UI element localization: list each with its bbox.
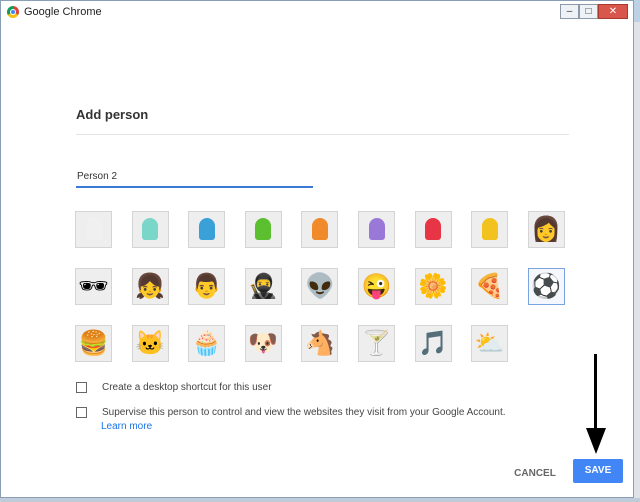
cocktail-avatar-icon[interactable]: 🍸	[358, 325, 395, 362]
chrome-window: Google Chrome – □ ✕ Add person 👩 🕶 👧 👨 🥷 👽 😜 🌼 🍕…	[0, 0, 634, 498]
pizza-avatar-icon[interactable]: 🍕	[471, 268, 509, 305]
purple-head-avatar-icon[interactable]	[358, 211, 395, 248]
head-silhouette	[142, 218, 159, 240]
blonde-woman-avatar-icon[interactable]: 👩	[527, 211, 565, 248]
blue-head-avatar-icon[interactable]	[188, 211, 226, 248]
gray-head-avatar-icon[interactable]	[75, 211, 112, 248]
head-silhouette	[198, 218, 215, 240]
soccer-ball-avatar-icon[interactable]: ⚽	[527, 268, 565, 305]
woman-sunglasses-avatar-icon[interactable]: 👧	[131, 268, 169, 305]
minimize-button[interactable]: –	[560, 4, 579, 19]
sunglasses-man-avatar-icon[interactable]: 🕶	[75, 268, 112, 305]
cat-avatar-icon[interactable]: 🐱	[131, 325, 169, 362]
person-name-input[interactable]	[76, 167, 313, 188]
horse-avatar-icon[interactable]: 🐴	[301, 325, 339, 362]
learn-more-link[interactable]: Learn more	[101, 421, 152, 432]
cancel-button[interactable]: CANCEL	[509, 463, 561, 485]
head-silhouette	[368, 218, 385, 240]
businessman-avatar-icon[interactable]: 👨	[188, 268, 226, 305]
desktop-shortcut-checkbox[interactable]	[76, 382, 87, 393]
heading-divider	[76, 134, 569, 135]
annotation-arrow-head	[586, 428, 606, 454]
green-head-avatar-icon[interactable]	[244, 211, 282, 248]
supervise-checkbox[interactable]	[76, 407, 87, 418]
teal-head-avatar-icon[interactable]	[131, 211, 169, 248]
head-silhouette	[481, 218, 498, 240]
chrome-logo-icon	[7, 6, 19, 18]
maximize-button[interactable]: □	[579, 4, 598, 19]
annotation-arrow-shaft	[594, 354, 597, 434]
desktop-edge	[0, 498, 640, 502]
head-silhouette	[311, 218, 328, 240]
yellow-head-avatar-icon[interactable]	[471, 211, 509, 248]
alien-avatar-icon[interactable]: 👽	[301, 268, 339, 305]
orange-head-avatar-icon[interactable]	[301, 211, 339, 248]
sun-cloud-avatar-icon[interactable]: ⛅	[471, 325, 509, 362]
desktop-shortcut-label: Create a desktop shortcut for this user	[102, 382, 272, 393]
music-note-avatar-icon[interactable]: 🎵	[414, 325, 452, 362]
close-button[interactable]: ✕	[598, 4, 628, 19]
dialog-heading: Add person	[76, 107, 149, 122]
smiley-avatar-icon[interactable]: 😜	[358, 268, 395, 305]
head-silhouette	[255, 218, 272, 240]
ninja-avatar-icon[interactable]: 🥷	[244, 268, 282, 305]
flower-avatar-icon[interactable]: 🌼	[414, 268, 452, 305]
cupcake-avatar-icon[interactable]: 🧁	[188, 325, 226, 362]
supervise-label: Supervise this person to control and vie…	[102, 407, 506, 418]
red-head-avatar-icon[interactable]	[414, 211, 452, 248]
window-title: Google Chrome	[24, 6, 102, 18]
head-silhouette	[425, 218, 442, 240]
dog-avatar-icon[interactable]: 🐶	[244, 325, 282, 362]
title-bar[interactable]: Google Chrome – □ ✕	[1, 1, 633, 23]
add-person-dialog: Add person 👩 🕶 👧 👨 🥷 👽 😜 🌼 🍕 ⚽ 🍔 🐱 🧁 🐶 🐴 🍸 🎵 ⛅ Create a d…	[3, 23, 630, 495]
head-silhouette	[85, 218, 102, 240]
save-button[interactable]: SAVE	[573, 459, 623, 483]
burger-avatar-icon[interactable]: 🍔	[75, 325, 112, 362]
